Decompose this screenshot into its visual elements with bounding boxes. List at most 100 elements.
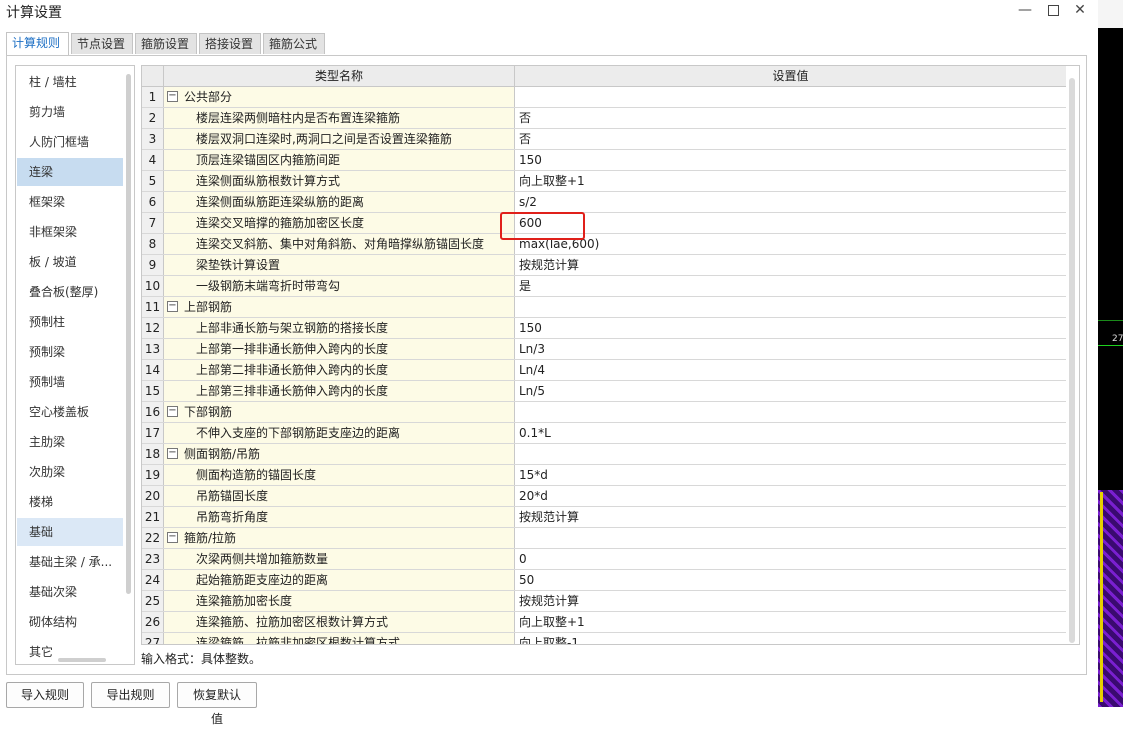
row-number: 8 xyxy=(142,234,164,254)
table-row[interactable]: 7 连梁交叉暗撑的箍筋加密区长度 600 xyxy=(142,213,1066,234)
export-rules-button[interactable]: 导出规则 xyxy=(91,682,170,708)
sidebar-item-stair[interactable]: 楼梯 xyxy=(17,488,123,516)
setting-value-cell[interactable]: 按规范计算 xyxy=(515,255,1066,275)
component-list[interactable]: 柱 / 墙柱 剪力墙 人防门框墙 连梁 框架梁 非框架梁 板 / 坡道 叠合板(… xyxy=(15,65,135,665)
setting-value-cell[interactable]: s/2 xyxy=(515,192,1066,212)
table-row[interactable]: 26 连梁箍筋、拉筋加密区根数计算方式 向上取整+1 xyxy=(142,612,1066,633)
setting-value-cell[interactable]: max(lae,600) xyxy=(515,234,1066,254)
sidebar-item-secondary-rib-beam[interactable]: 次肋梁 xyxy=(17,458,123,486)
sidebar-item-civil-defense-door-wall[interactable]: 人防门框墙 xyxy=(17,128,123,156)
setting-value-cell[interactable]: 0.1*L xyxy=(515,423,1066,443)
setting-value-cell[interactable]: 否 xyxy=(515,108,1066,128)
setting-value-cell[interactable]: Ln/4 xyxy=(515,360,1066,380)
sidebar-item-slab-ramp[interactable]: 板 / 坡道 xyxy=(17,248,123,276)
sidebar-item-foundation-secondary-beam[interactable]: 基础次梁 xyxy=(17,578,123,606)
table-row[interactable]: 27 连梁箍筋、拉筋非加密区根数计算方式 向上取整-1 xyxy=(142,633,1066,644)
row-number: 26 xyxy=(142,612,164,632)
setting-value-cell[interactable]: 向上取整-1 xyxy=(515,633,1066,644)
table-row[interactable]: 5 连梁侧面纵筋根数计算方式 向上取整+1 xyxy=(142,171,1066,192)
tab-stirrup-settings[interactable]: 箍筋设置 xyxy=(135,33,197,54)
sidebar-vertical-scrollbar[interactable] xyxy=(126,74,131,594)
row-number: 11 xyxy=(142,297,164,317)
table-row[interactable]: 20 吊筋锚固长度 20*d xyxy=(142,486,1066,507)
close-button[interactable]: ✕ xyxy=(1067,0,1093,20)
maximize-button[interactable] xyxy=(1040,0,1066,20)
row-number: 20 xyxy=(142,486,164,506)
minimize-button[interactable]: — xyxy=(1012,0,1038,20)
collapse-toggle-icon[interactable]: − xyxy=(167,448,178,459)
setting-value-cell[interactable]: 按规范计算 xyxy=(515,591,1066,611)
sidebar-item-coupling-beam[interactable]: 连梁 xyxy=(17,158,123,186)
row-number: 7 xyxy=(142,213,164,233)
setting-value-cell[interactable]: 是 xyxy=(515,276,1066,296)
table-group-row[interactable]: 1− 公共部分 xyxy=(142,87,1066,108)
table-row[interactable]: 6 连梁侧面纵筋距连梁纵筋的距离 s/2 xyxy=(142,192,1066,213)
table-group-row[interactable]: 16− 下部钢筋 xyxy=(142,402,1066,423)
import-rules-button[interactable]: 导入规则 xyxy=(6,682,84,708)
sidebar-item-precast-column[interactable]: 预制柱 xyxy=(17,308,123,336)
table-group-row[interactable]: 11− 上部钢筋 xyxy=(142,297,1066,318)
setting-value-cell[interactable]: 按规范计算 xyxy=(515,507,1066,527)
sidebar-item-precast-beam[interactable]: 预制梁 xyxy=(17,338,123,366)
setting-value-cell[interactable]: 150 xyxy=(515,318,1066,338)
collapse-toggle-icon[interactable]: − xyxy=(167,301,178,312)
table-row[interactable]: 2 楼层连梁两侧暗柱内是否布置连梁箍筋 否 xyxy=(142,108,1066,129)
collapse-toggle-icon[interactable]: − xyxy=(167,406,178,417)
table-row[interactable]: 25 连梁箍筋加密长度 按规范计算 xyxy=(142,591,1066,612)
table-row[interactable]: 17 不伸入支座的下部钢筋距支座边的距离 0.1*L xyxy=(142,423,1066,444)
table-row[interactable]: 4 顶层连梁锚固区内箍筋间距 150 xyxy=(142,150,1066,171)
setting-value-cell[interactable]: 150 xyxy=(515,150,1066,170)
sidebar-item-main-rib-beam[interactable]: 主肋梁 xyxy=(17,428,123,456)
collapse-toggle-icon[interactable]: − xyxy=(167,532,178,543)
table-row[interactable]: 24 起始箍筋距支座边的距离 50 xyxy=(142,570,1066,591)
sidebar-item-other[interactable]: 其它 xyxy=(17,638,123,660)
table-row[interactable]: 19 侧面构造筋的锚固长度 15*d xyxy=(142,465,1066,486)
table-row[interactable]: 12 上部非通长筋与架立钢筋的搭接长度 150 xyxy=(142,318,1066,339)
type-name-text: 下部钢筋 xyxy=(184,405,233,419)
table-row[interactable]: 8 连梁交叉斜筋、集中对角斜筋、对角暗撑纵筋锚固长度 max(lae,600) xyxy=(142,234,1066,255)
setting-value-cell[interactable]: 15*d xyxy=(515,465,1066,485)
tab-node-settings[interactable]: 节点设置 xyxy=(71,33,133,54)
restore-defaults-button[interactable]: 恢复默认值 xyxy=(177,682,257,726)
sidebar-item-shear-wall[interactable]: 剪力墙 xyxy=(17,98,123,126)
setting-value-cell[interactable]: 20*d xyxy=(515,486,1066,506)
row-number: 2 xyxy=(142,108,164,128)
type-name-cell: 连梁侧面纵筋距连梁纵筋的距离 xyxy=(164,192,515,212)
table-row[interactable]: 9 梁垫铁计算设置 按规范计算 xyxy=(142,255,1066,276)
table-row[interactable]: 23 次梁两侧共增加箍筋数量 0 xyxy=(142,549,1066,570)
setting-value-cell[interactable]: 向上取整+1 xyxy=(515,612,1066,632)
setting-value-cell[interactable]: 否 xyxy=(515,129,1066,149)
sidebar-item-composite-slab[interactable]: 叠合板(整厚) xyxy=(17,278,123,306)
sidebar-item-foundation-main-beam[interactable]: 基础主梁 / 承... xyxy=(17,548,123,576)
setting-value-cell[interactable]: Ln/5 xyxy=(515,381,1066,401)
table-row[interactable]: 10 一级钢筋末端弯折时带弯勾 是 xyxy=(142,276,1066,297)
tab-stirrup-formula[interactable]: 箍筋公式 xyxy=(263,33,325,54)
table-group-row[interactable]: 22− 箍筋/拉筋 xyxy=(142,528,1066,549)
setting-value-cell[interactable]: 0 xyxy=(515,549,1066,569)
sidebar-item-non-frame-beam[interactable]: 非框架梁 xyxy=(17,218,123,246)
type-name-text: 上部钢筋 xyxy=(184,300,233,314)
table-row[interactable]: 3 楼层双洞口连梁时,两洞口之间是否设置连梁箍筋 否 xyxy=(142,129,1066,150)
sidebar-item-hollow-floor[interactable]: 空心楼盖板 xyxy=(17,398,123,426)
sidebar-item-precast-wall[interactable]: 预制墙 xyxy=(17,368,123,396)
setting-value-cell[interactable]: 向上取整+1 xyxy=(515,171,1066,191)
setting-value-cell[interactable]: 600 xyxy=(515,213,1066,233)
sidebar-horizontal-scrollbar[interactable] xyxy=(58,658,106,662)
tab-lap-settings[interactable]: 搭接设置 xyxy=(199,33,261,54)
tab-calc-rules[interactable]: 计算规则 xyxy=(6,32,69,55)
sidebar-item-column-wall-column[interactable]: 柱 / 墙柱 xyxy=(17,68,123,96)
setting-value-cell[interactable]: 50 xyxy=(515,570,1066,590)
table-row[interactable]: 15 上部第三排非通长筋伸入跨内的长度 Ln/5 xyxy=(142,381,1066,402)
sidebar-item-foundation[interactable]: 基础 xyxy=(17,518,123,546)
header-type-name[interactable]: 类型名称 xyxy=(164,66,515,86)
table-row[interactable]: 21 吊筋弯折角度 按规范计算 xyxy=(142,507,1066,528)
header-setting-value[interactable]: 设置值 xyxy=(515,66,1066,86)
sidebar-item-frame-beam[interactable]: 框架梁 xyxy=(17,188,123,216)
table-row[interactable]: 13 上部第一排非通长筋伸入跨内的长度 Ln/3 xyxy=(142,339,1066,360)
collapse-toggle-icon[interactable]: − xyxy=(167,91,178,102)
table-row[interactable]: 14 上部第二排非通长筋伸入跨内的长度 Ln/4 xyxy=(142,360,1066,381)
setting-value-cell[interactable]: Ln/3 xyxy=(515,339,1066,359)
grid-vertical-scrollbar[interactable] xyxy=(1069,78,1075,643)
table-group-row[interactable]: 18− 侧面钢筋/吊筋 xyxy=(142,444,1066,465)
sidebar-item-masonry[interactable]: 砌体结构 xyxy=(17,608,123,636)
